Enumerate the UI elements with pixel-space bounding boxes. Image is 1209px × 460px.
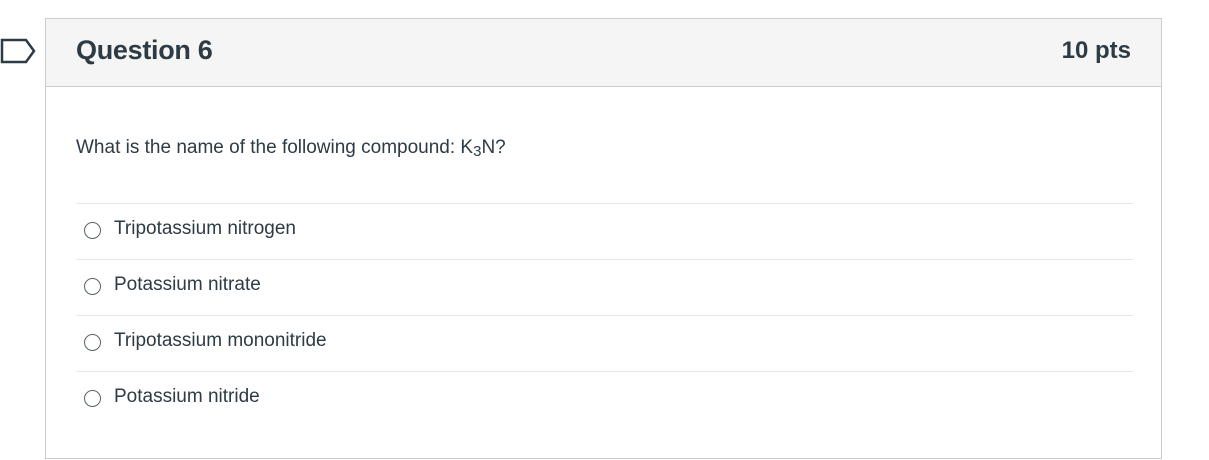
radio-button[interactable] <box>84 390 101 407</box>
answer-label[interactable]: Potassium nitride <box>114 386 260 408</box>
answer-option[interactable]: Tripotassium mononitride <box>76 315 1133 371</box>
radio-button[interactable] <box>84 278 101 295</box>
question-points: 10 pts <box>1061 37 1131 64</box>
answer-label[interactable]: Tripotassium mononitride <box>114 330 327 352</box>
question-title: Question 6 <box>76 35 213 65</box>
question-header: Question 6 10 pts <box>46 19 1161 87</box>
answer-list: Tripotassium nitrogen Potassium nitrate … <box>76 203 1133 427</box>
flag-question-icon[interactable] <box>0 38 36 64</box>
question-text-suffix: N? <box>481 137 506 158</box>
answer-option[interactable]: Potassium nitrate <box>76 259 1133 315</box>
question-text-prefix: What is the name of the following compou… <box>76 137 474 158</box>
answer-option[interactable]: Potassium nitride <box>76 371 1133 427</box>
answer-label[interactable]: Potassium nitrate <box>114 274 261 296</box>
question-card: Question 6 10 pts What is the name of th… <box>45 18 1162 459</box>
radio-button[interactable] <box>84 334 101 351</box>
radio-button[interactable] <box>84 222 101 239</box>
answer-option[interactable]: Tripotassium nitrogen <box>76 203 1133 259</box>
question-text: What is the name of the following compou… <box>76 137 506 160</box>
answer-label[interactable]: Tripotassium nitrogen <box>114 218 296 240</box>
